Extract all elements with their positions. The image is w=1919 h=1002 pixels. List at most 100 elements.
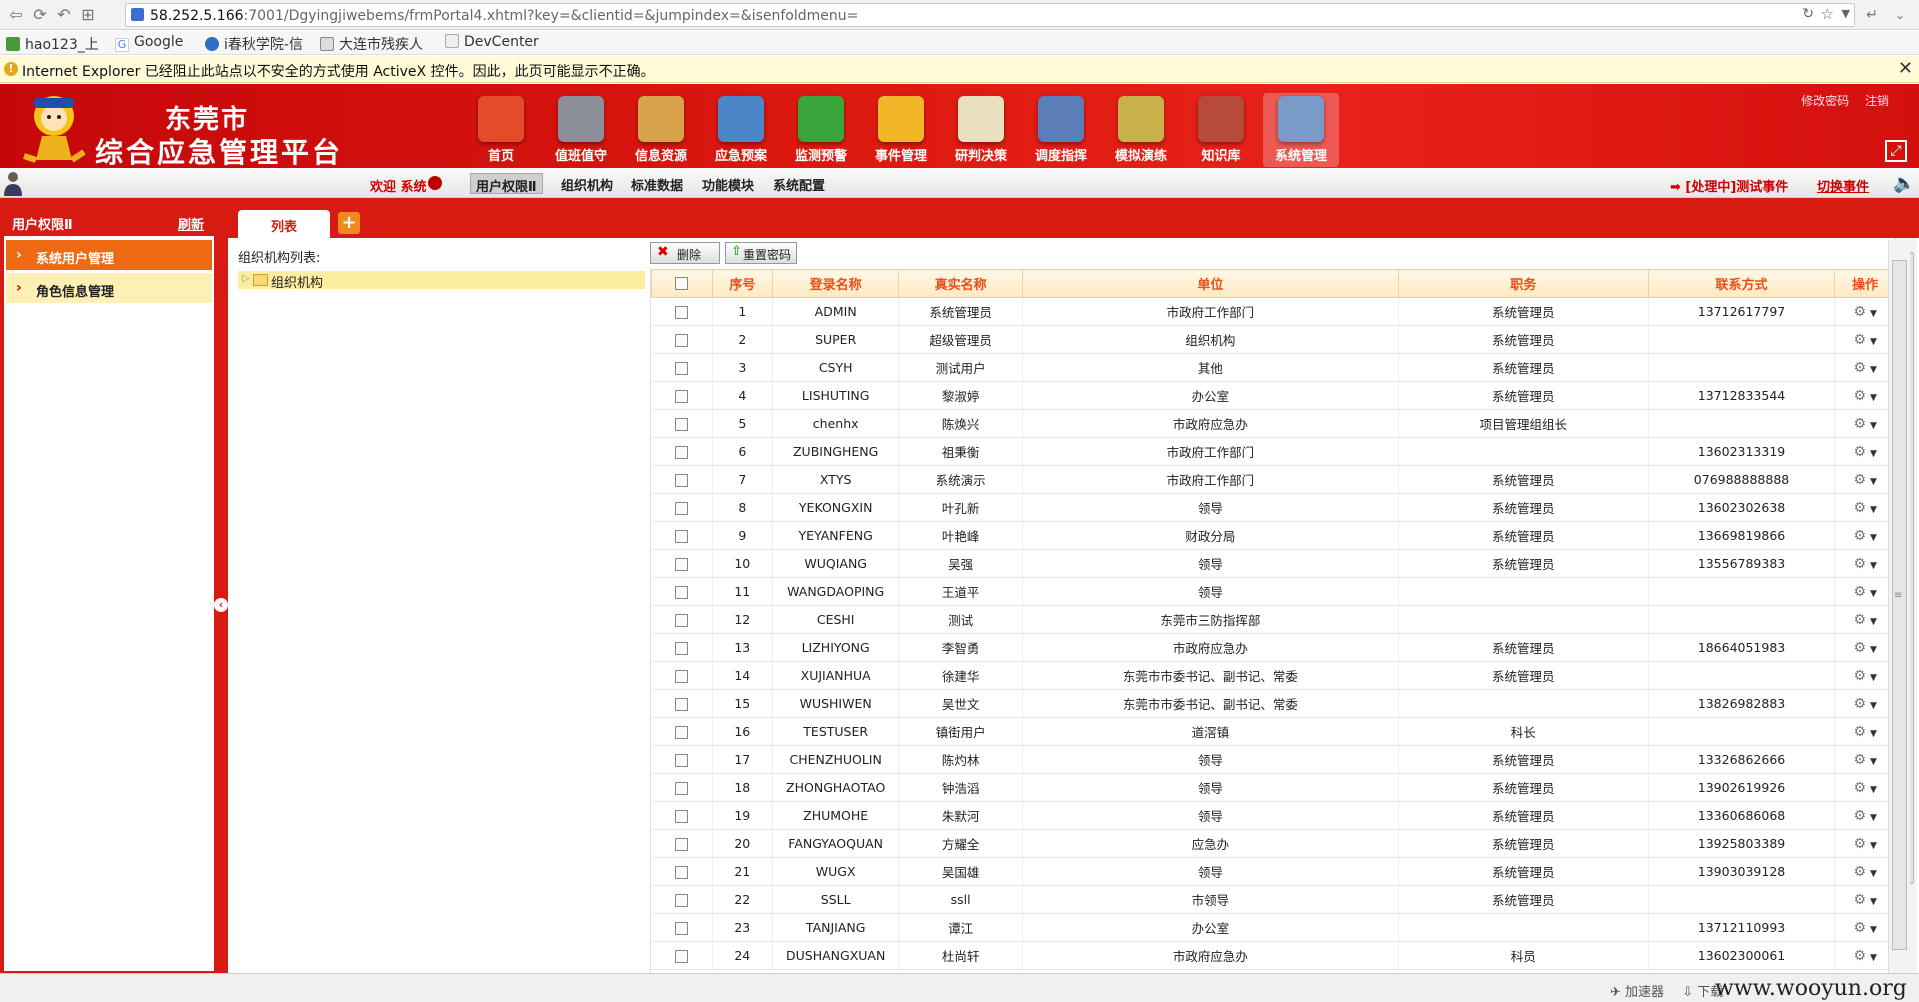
gear-icon[interactable]: ⚙ [1853, 696, 1866, 712]
module-dispatch[interactable]: 调度指挥 [1023, 93, 1099, 167]
table-row[interactable]: 15 WUSHIWEN 吴世文 东莞市市委书记、副书记、常委 13826982883 ⚙ ▼ [651, 689, 1895, 718]
row-checkbox[interactable] [675, 614, 689, 627]
row-actions[interactable]: ⚙ ▼ [1834, 325, 1895, 354]
bookmark-item[interactable]: 大连市残疾人 [320, 34, 423, 54]
module-info-resource[interactable]: 信息资源 [623, 93, 699, 167]
row-select-cell[interactable] [651, 689, 713, 718]
row-select-cell[interactable] [651, 745, 713, 774]
table-row[interactable]: 14 XUJIANHUA 徐建华 东莞市市委书记、副书记、常委 系统管理员 ⚙ ▼ [651, 661, 1895, 690]
gear-icon[interactable]: ⚙ [1853, 556, 1866, 572]
row-actions[interactable]: ⚙ ▼ [1834, 353, 1895, 382]
row-actions[interactable]: ⚙ ▼ [1834, 381, 1895, 410]
row-actions[interactable]: ⚙ ▼ [1834, 493, 1895, 522]
row-select-cell[interactable] [651, 913, 713, 942]
menu-role-info-management[interactable]: › 角色信息管理 [6, 273, 212, 303]
row-select-cell[interactable] [651, 353, 713, 382]
row-actions[interactable]: ⚙ ▼ [1834, 745, 1895, 774]
url-input[interactable]: 58.252.5.166:7001/Dgyingjiwebems/frmPort… [125, 3, 1855, 27]
module-emergency-plan[interactable]: 应急预案 [703, 93, 779, 167]
speaker-icon[interactable]: 🔈 [1893, 173, 1915, 194]
row-checkbox[interactable] [675, 726, 689, 739]
gear-icon[interactable]: ⚙ [1853, 668, 1866, 684]
row-select-cell[interactable] [651, 661, 713, 690]
delete-button[interactable]: ✖ 删除 [650, 242, 720, 264]
caret-down-icon[interactable]: ▼ [1870, 673, 1877, 683]
row-actions[interactable]: ⚙ ▼ [1834, 437, 1895, 466]
current-event-status[interactable]: ➡ [处理中]测试事件 [1670, 176, 1788, 195]
collapse-left-icon[interactable]: ‹ [214, 598, 228, 612]
reset-password-button[interactable]: ⇧ 重置密码 [725, 242, 797, 264]
row-checkbox[interactable] [675, 446, 689, 459]
row-select-cell[interactable] [651, 857, 713, 886]
menu-icon[interactable]: ↵ [1862, 5, 1882, 25]
tab-list[interactable]: 列表 [238, 210, 330, 238]
gear-icon[interactable]: ⚙ [1853, 864, 1866, 880]
row-actions[interactable]: ⚙ ▼ [1834, 689, 1895, 718]
gear-icon[interactable]: ⚙ [1853, 360, 1866, 376]
star-icon[interactable]: ☆ [1821, 5, 1834, 23]
caret-down-icon[interactable]: ▼ [1870, 561, 1877, 571]
col-real-name[interactable]: 真实名称 [898, 269, 1023, 298]
module-drill[interactable]: 模拟演练 [1103, 93, 1179, 167]
table-row[interactable]: 23 TANJIANG 谭江 办公室 13712110993 ⚙ ▼ [651, 913, 1895, 942]
table-row[interactable]: 1 ADMIN 系统管理员 市政府工作部门 系统管理员 13712617797 ⚙ ▼ [651, 297, 1895, 326]
caret-down-icon[interactable]: ▼ [1870, 701, 1877, 711]
dropdown-icon[interactable]: ▼ [1842, 7, 1850, 20]
gear-icon[interactable]: ⚙ [1853, 612, 1866, 628]
gear-icon[interactable]: ⚙ [1853, 528, 1866, 544]
close-icon[interactable]: ✕ [1898, 58, 1913, 79]
caret-down-icon[interactable]: ▼ [1870, 533, 1877, 543]
caret-down-icon[interactable]: ▼ [1870, 449, 1877, 459]
row-select-cell[interactable] [651, 941, 713, 970]
refresh-link[interactable]: 刷新 [178, 214, 204, 233]
table-row[interactable]: 19 ZHUMOHE 朱默河 领导 系统管理员 13360686068 ⚙ ▼ [651, 801, 1895, 830]
caret-down-icon[interactable]: ▼ [1870, 897, 1877, 907]
table-row[interactable]: 3 CSYH 测试用户 其他 系统管理员 ⚙ ▼ [651, 353, 1895, 382]
table-row[interactable]: 9 YEYANFENG 叶艳峰 财政分局 系统管理员 13669819866 ⚙ ▼ [651, 521, 1895, 550]
caret-down-icon[interactable]: ▼ [1870, 421, 1877, 431]
gear-icon[interactable]: ⚙ [1853, 752, 1866, 768]
row-select-cell[interactable] [651, 801, 713, 830]
row-actions[interactable]: ⚙ ▼ [1834, 661, 1895, 690]
caret-down-icon[interactable]: ▼ [1870, 365, 1877, 375]
row-select-cell[interactable] [651, 465, 713, 494]
gear-icon[interactable]: ⚙ [1853, 808, 1866, 824]
row-actions[interactable]: ⚙ ▼ [1834, 633, 1895, 662]
change-password-link[interactable]: 修改密码 [1801, 94, 1849, 108]
gear-icon[interactable]: ⚙ [1853, 892, 1866, 908]
refresh-icon[interactable]: ↻ [1802, 6, 1814, 22]
caret-down-icon[interactable]: ▼ [1870, 309, 1877, 319]
row-checkbox[interactable] [675, 558, 689, 571]
col-position[interactable]: 职务 [1397, 269, 1649, 298]
row-checkbox[interactable] [675, 530, 689, 543]
table-row[interactable]: 18 ZHONGHAOTAO 钟浩滔 领导 系统管理员 13902619926 ⚙ ▼ [651, 773, 1895, 802]
grid-icon[interactable]: ⊞ [78, 5, 98, 25]
table-row[interactable]: 21 WUGX 吴国雄 领导 系统管理员 13903039128 ⚙ ▼ [651, 857, 1895, 886]
table-row[interactable]: 24 DUSHANGXUAN 杜尚轩 市政府应急办 科员 13602300061 ⚙ ▼ [651, 941, 1895, 970]
switch-event-link[interactable]: 切换事件 [1817, 176, 1869, 195]
row-select-cell[interactable] [651, 521, 713, 550]
module-decision[interactable]: 研判决策 [943, 93, 1019, 167]
row-actions[interactable]: ⚙ ▼ [1834, 941, 1895, 970]
caret-down-icon[interactable]: ▼ [1870, 813, 1877, 823]
col-contact[interactable]: 联系方式 [1647, 269, 1836, 298]
module-monitor-warning[interactable]: 监测预警 [783, 93, 859, 167]
caret-down-icon[interactable]: ▼ [1870, 645, 1877, 655]
row-actions[interactable]: ⚙ ▼ [1834, 409, 1895, 438]
row-select-cell[interactable] [651, 437, 713, 466]
caret-down-icon[interactable]: ▼ [1870, 589, 1877, 599]
undo-icon[interactable]: ↶ [54, 5, 74, 25]
row-actions[interactable]: ⚙ ▼ [1834, 829, 1895, 858]
bookmark-item[interactable]: G Google [115, 34, 183, 52]
caret-down-icon[interactable]: ▼ [1870, 617, 1877, 627]
row-checkbox[interactable] [675, 782, 689, 795]
caret-down-icon[interactable]: ▼ [1870, 729, 1877, 739]
col-unit[interactable]: 单位 [1021, 269, 1399, 298]
table-row[interactable]: 11 WANGDAOPING 王道平 领导 ⚙ ▼ [651, 577, 1895, 606]
gear-icon[interactable]: ⚙ [1853, 388, 1866, 404]
gear-icon[interactable]: ⚙ [1853, 500, 1866, 516]
row-checkbox[interactable] [675, 894, 689, 907]
row-checkbox[interactable] [675, 390, 689, 403]
activex-warning-bar[interactable]: ! Internet Explorer 已经阻止此站点以不安全的方式使用 Act… [0, 56, 1919, 83]
row-select-cell[interactable] [651, 717, 713, 746]
